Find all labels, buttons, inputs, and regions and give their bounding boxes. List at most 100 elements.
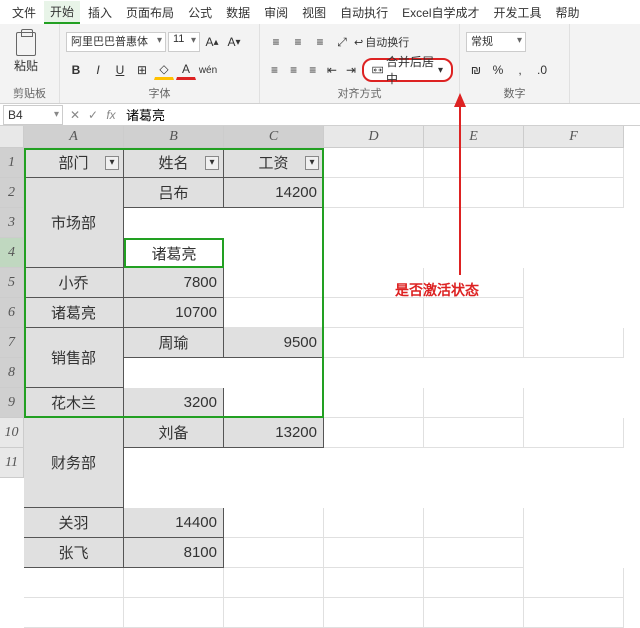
align-right-icon[interactable]: ≡ [304, 60, 321, 80]
cell[interactable] [524, 568, 624, 598]
cell[interactable]: 14400 [124, 508, 224, 538]
cell[interactable] [24, 598, 124, 628]
col-head[interactable]: F [524, 126, 624, 148]
cell[interactable] [224, 388, 324, 418]
align-top-icon[interactable]: ≡ [266, 32, 286, 52]
align-left-icon[interactable]: ≡ [266, 60, 283, 80]
cancel-icon[interactable]: ✕ [66, 108, 84, 122]
cell[interactable] [524, 418, 624, 448]
cell[interactable] [224, 508, 324, 538]
cell[interactable]: 7800 [124, 268, 224, 298]
phonetic-icon[interactable]: wén [198, 60, 218, 80]
row-head[interactable]: 3 [0, 208, 24, 238]
row-head[interactable]: 7 [0, 328, 24, 358]
decrease-font-icon[interactable]: A▾ [224, 32, 244, 52]
menu-item[interactable]: 插入 [82, 2, 118, 23]
row-head[interactable]: 10 [0, 418, 24, 448]
inc-decimal-icon[interactable]: .0 [532, 60, 552, 80]
indent-dec-icon[interactable]: ⇤ [323, 60, 340, 80]
border-icon[interactable]: ⊞ [132, 60, 152, 80]
orientation-icon[interactable]: ⤢ [332, 32, 352, 52]
col-head[interactable]: C [224, 126, 324, 148]
menu-item[interactable]: 审阅 [258, 2, 294, 23]
row-head[interactable]: 11 [0, 448, 24, 478]
cell[interactable]: 刘备 [124, 418, 224, 448]
italic-icon[interactable]: I [88, 60, 108, 80]
cell[interactable]: 10700 [124, 298, 224, 328]
cell[interactable]: 部门 [24, 148, 124, 178]
cell[interactable] [324, 508, 424, 538]
menu-item[interactable]: 自动执行 [334, 2, 394, 23]
menu-item[interactable]: 帮助 [550, 2, 586, 23]
bold-icon[interactable]: B [66, 60, 86, 80]
cell[interactable] [324, 538, 424, 568]
cell[interactable] [424, 298, 524, 328]
cell[interactable]: 14200 [224, 178, 324, 208]
dept-cell[interactable]: 财务部 [24, 418, 124, 508]
cell[interactable] [324, 388, 424, 418]
cell[interactable] [524, 328, 624, 358]
row-head[interactable]: 4 [0, 238, 24, 268]
row-head[interactable]: 1 [0, 148, 24, 178]
cell[interactable]: 小乔 [24, 268, 124, 298]
cell[interactable] [424, 568, 524, 598]
merge-center-button[interactable]: 合并后居中 ▾ [362, 58, 453, 82]
row-head[interactable]: 6 [0, 298, 24, 328]
font-family-select[interactable]: 阿里巴巴普惠体 [66, 32, 166, 52]
cell[interactable] [24, 568, 124, 598]
col-head[interactable]: E [424, 126, 524, 148]
cell[interactable] [424, 538, 524, 568]
cell[interactable] [524, 598, 624, 628]
indent-inc-icon[interactable]: ⇥ [342, 60, 359, 80]
cell[interactable] [324, 568, 424, 598]
col-head[interactable]: B [124, 126, 224, 148]
cell[interactable]: 吕布 [124, 178, 224, 208]
row-head[interactable]: 2 [0, 178, 24, 208]
menu-item[interactable]: 页面布局 [120, 2, 180, 23]
align-center-icon[interactable]: ≡ [285, 60, 302, 80]
cell[interactable]: 13200 [224, 418, 324, 448]
cell[interactable]: 姓名 [124, 148, 224, 178]
fill-color-icon[interactable]: ◇ [154, 60, 174, 80]
number-format-select[interactable]: 常规 [466, 32, 526, 52]
cell[interactable] [324, 328, 424, 358]
cell[interactable]: 张飞 [24, 538, 124, 568]
cell[interactable]: 3200 [124, 388, 224, 418]
cell[interactable]: 关羽 [24, 508, 124, 538]
cell[interactable] [424, 508, 524, 538]
paste-button[interactable]: 粘贴 [6, 28, 46, 78]
menu-item[interactable]: 视图 [296, 2, 332, 23]
dept-cell[interactable]: 销售部 [24, 328, 124, 388]
cell[interactable] [424, 388, 524, 418]
enter-icon[interactable]: ✓ [84, 108, 102, 122]
cell[interactable] [324, 418, 424, 448]
increase-font-icon[interactable]: A▴ [202, 32, 222, 52]
row-head[interactable]: 8 [0, 358, 24, 388]
cell[interactable] [424, 178, 524, 208]
cell[interactable]: 8100 [124, 538, 224, 568]
select-all-corner[interactable] [0, 126, 24, 148]
menu-item[interactable]: 开始 [44, 1, 80, 24]
name-box[interactable]: B4 [3, 105, 63, 125]
dept-cell[interactable]: 市场部 [24, 178, 124, 268]
cell[interactable] [324, 148, 424, 178]
align-mid-icon[interactable]: ≡ [288, 32, 308, 52]
menu-item[interactable]: Excel自学成才 [396, 2, 485, 23]
cell[interactable]: 工资 [224, 148, 324, 178]
cell-grid[interactable]: 部门姓名工资市场部吕布14200小乔7800诸葛亮10700销售部周瑜9500花… [24, 148, 624, 628]
cell[interactable] [424, 418, 524, 448]
currency-icon[interactable]: ₪ [466, 60, 486, 80]
formula-input[interactable] [120, 105, 640, 125]
cell[interactable] [224, 268, 324, 298]
cell[interactable] [324, 598, 424, 628]
cell[interactable] [224, 298, 324, 328]
cell[interactable]: 9500 [224, 328, 324, 358]
cell[interactable] [524, 148, 624, 178]
wrap-text-button[interactable]: ↩ 自动换行 [354, 34, 409, 50]
menu-item[interactable]: 公式 [182, 2, 218, 23]
align-bot-icon[interactable]: ≡ [310, 32, 330, 52]
menu-item[interactable]: 文件 [6, 2, 42, 23]
row-head[interactable]: 9 [0, 388, 24, 418]
cell[interactable] [424, 148, 524, 178]
underline-icon[interactable]: U [110, 60, 130, 80]
